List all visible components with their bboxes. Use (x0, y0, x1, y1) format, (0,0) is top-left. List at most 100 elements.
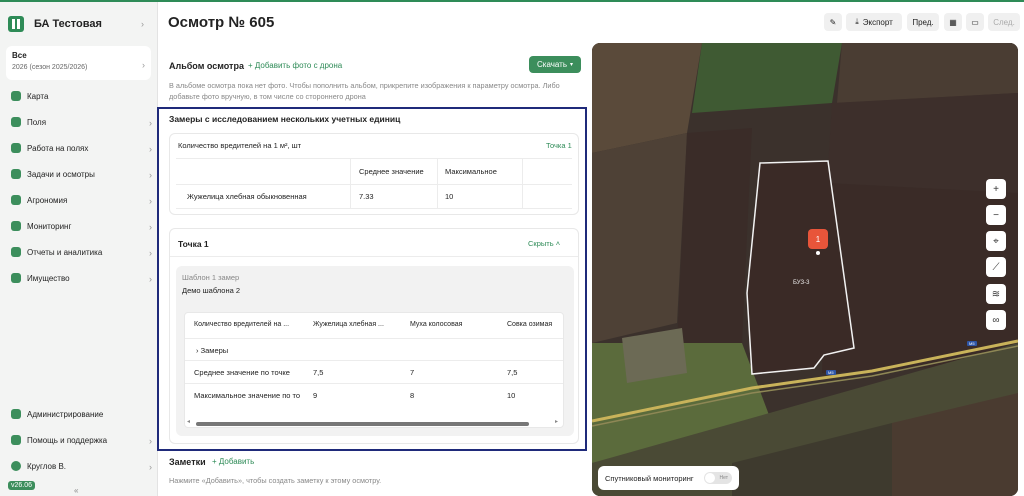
marker-dot (816, 251, 820, 255)
scroll-right-icon[interactable]: ▸ (555, 418, 558, 425)
table-view-button[interactable]: ▦ (944, 13, 962, 31)
page-title: Осмотр № 605 (168, 14, 275, 31)
user-name: Круглов В. (27, 461, 66, 471)
hide-button[interactable]: Скрыть ˄ (528, 239, 560, 248)
sidebar-item-user[interactable]: Круглов В. › (0, 456, 158, 476)
satellite-monitoring-toggle[interactable]: Нет (704, 472, 732, 484)
summary-row-name: Жужелица хлебная обыкновенная (187, 192, 307, 201)
link-button[interactable]: ∞ (986, 310, 1006, 330)
sidebar-item-admin[interactable]: Администрирование (0, 404, 158, 424)
plus-icon: + (248, 61, 255, 70)
notes-hint: Нажмите «Добавить», чтобы создать заметк… (169, 476, 382, 485)
avatar (11, 461, 21, 471)
next-button[interactable]: След. (988, 13, 1020, 31)
row-label: Максимальное значение по то (194, 391, 301, 400)
next-label: След. (993, 17, 1015, 27)
reports-icon (11, 247, 21, 257)
sidebar-item-label: Поля (27, 117, 47, 127)
cell-value: 9 (313, 391, 318, 400)
sidebar-item-field-work[interactable]: Работа на полях › (0, 138, 158, 158)
inspection-point-marker[interactable]: 1 (808, 229, 828, 249)
chevron-right-icon: › (149, 144, 152, 154)
measure-ruler-button[interactable]: ⟋ (986, 257, 1006, 277)
sidebar-item-help[interactable]: Помощь и поддержка › (0, 430, 158, 450)
col-max-header: Максимальное (445, 167, 497, 176)
season-selector[interactable]: Все 2026 (сезон 2025/2026) › (6, 46, 151, 80)
road-sign: М5 (826, 370, 836, 375)
add-drone-photo-label: Добавить фото с дрона (254, 61, 343, 70)
prev-button[interactable]: Пред. (907, 13, 939, 31)
add-note-button[interactable]: + Добавить (212, 457, 254, 466)
sidebar-item-tasks[interactable]: Задачи и осмотры › (0, 164, 158, 184)
group-row-toggle[interactable]: › Замеры (196, 346, 228, 355)
add-drone-photo-link[interactable]: + Добавить фото с дрона (248, 61, 342, 70)
table-header: Жужелица хлебная ... (313, 321, 384, 328)
sidebar: БА Тестовая › Все 2026 (сезон 2025/2026)… (0, 2, 158, 496)
leaf-icon (11, 195, 21, 205)
sidebar-item-fields[interactable]: Поля › (0, 112, 158, 132)
grid-icon: ▦ (949, 17, 957, 27)
download-button[interactable]: Скачать ▾ (529, 56, 581, 73)
zoom-in-button[interactable]: + (986, 179, 1006, 199)
sidebar-item-reports[interactable]: Отчеты и аналитика › (0, 242, 158, 262)
export-label: Экспорт (862, 17, 893, 27)
org-switcher[interactable]: БА Тестовая › (8, 12, 150, 36)
scroll-left-icon[interactable]: ◂ (187, 418, 190, 425)
chevron-right-icon: › (142, 60, 145, 70)
template-name: Демо шаблона 2 (182, 286, 241, 295)
layers-button[interactable]: ≋ (986, 284, 1006, 304)
point-title: Точка 1 (178, 239, 209, 249)
ruler-icon: ⟋ (992, 261, 1000, 273)
add-note-label: Добавить (218, 457, 255, 466)
sidebar-item-label: Мониторинг (27, 221, 72, 231)
cell-value: 8 (410, 391, 415, 400)
sidebar-item-label: Администрирование (27, 409, 104, 419)
summary-row-max: 10 (445, 192, 454, 201)
tractor-icon (11, 143, 21, 153)
sidebar-item-label: Отчеты и аналитика (27, 247, 103, 257)
horizontal-scrollbar[interactable] (196, 422, 529, 426)
group-label: Замеры (200, 346, 229, 355)
download-icon: ⤓ (855, 17, 859, 26)
chevron-right-icon: › (149, 274, 152, 284)
export-button[interactable]: ⤓ Экспорт (846, 13, 902, 31)
fields-icon (11, 117, 21, 127)
edit-button[interactable]: ✎ (824, 13, 842, 31)
sidebar-item-map[interactable]: Карта (0, 86, 158, 106)
album-note-line-2: добавьте фото вручную, в том числе со ст… (169, 92, 366, 101)
plus-icon: + (212, 457, 219, 466)
row-label: Среднее значение по точке (194, 368, 290, 377)
help-icon (11, 435, 21, 445)
table-header: Количество вредителей на ... (194, 321, 290, 328)
sidebar-item-label: Карта (27, 91, 49, 101)
chevron-right-icon: › (149, 196, 152, 206)
sidebar-item-property[interactable]: Имущество › (0, 268, 158, 288)
tasks-icon (11, 169, 21, 179)
satellite-map[interactable]: 1 БУЗ-3 М5 М5 (592, 43, 1018, 496)
map-icon (11, 91, 21, 101)
chevron-right-icon: › (141, 19, 144, 29)
zoom-out-button[interactable]: − (986, 205, 1006, 225)
sidebar-item-label: Работа на полях (27, 143, 89, 153)
sidebar-item-agronomy[interactable]: Агрономия › (0, 190, 158, 210)
logo-icon (8, 16, 24, 32)
chevron-right-icon: › (149, 118, 152, 128)
minus-icon: − (993, 209, 999, 221)
season-title: Все (12, 51, 27, 60)
sidebar-item-label: Агрономия (27, 195, 68, 205)
chevron-right-icon: › (149, 462, 152, 472)
map-imagery (592, 43, 1018, 496)
point-1-link[interactable]: Точка 1 (546, 141, 572, 150)
divider (185, 360, 563, 361)
pencil-icon: ✎ (829, 17, 837, 27)
sidebar-item-label: Задачи и осмотры (27, 169, 95, 179)
collapse-sidebar-button[interactable]: « (74, 486, 78, 495)
calendar-button[interactable]: ▭ (966, 13, 984, 31)
sidebar-item-monitoring[interactable]: Мониторинг › (0, 216, 158, 236)
divider (522, 158, 523, 208)
album-note-line-1: В альбоме осмотра пока нет фото. Чтобы п… (169, 81, 560, 90)
layers-icon: ≋ (991, 288, 1001, 300)
focus-button[interactable]: ⌖ (986, 231, 1006, 251)
summary-row-avg: 7.33 (359, 192, 374, 201)
download-label: Скачать (536, 60, 567, 69)
